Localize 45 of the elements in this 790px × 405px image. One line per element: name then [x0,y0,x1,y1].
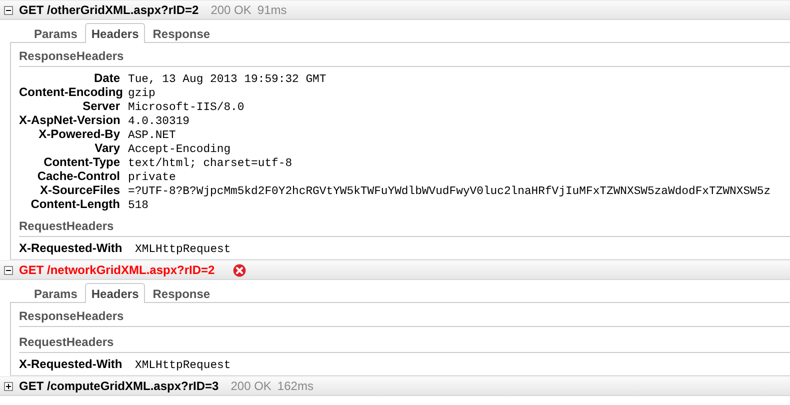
header-name: X-Requested-With [19,241,124,255]
tab[interactable]: Params [28,283,84,303]
duration-text: 91ms [257,3,287,17]
header-value: gzip [128,87,156,101]
header-value: 4.0.30319 [128,115,190,129]
header-name: X-Powered-By [38,127,120,141]
tab[interactable]: Headers [85,283,145,303]
header-name: Date [92,71,120,85]
header-value: Tue, 13 Aug 2013 19:59:32 GMT [128,73,326,87]
section-title: ResponseHeaders [19,309,790,327]
status-text: 200 OK [210,3,252,17]
status-text: 200 OK [230,379,272,393]
header-value: XMLHttpRequest [135,243,231,257]
section-title: RequestHeaders [19,219,790,237]
request-url[interactable]: GET /networkGridXML.aspx?rID=2 [19,263,215,277]
toggle-icon[interactable] [4,382,13,390]
tab[interactable]: Params [28,23,84,43]
header-value: 518 [128,199,149,213]
toggle-icon[interactable] [4,266,13,274]
toggle-icon[interactable] [4,6,13,14]
section-title: RequestHeaders [19,335,790,353]
header-value: ASP.NET [128,129,176,143]
header-name: Server [82,99,120,113]
request-url[interactable]: GET /otherGridXML.aspx?rID=2 [19,3,199,17]
tab[interactable]: Headers [85,23,145,43]
header-value: private [128,171,176,185]
tab[interactable]: Response [146,283,216,303]
header-value: Microsoft-IIS/8.0 [128,101,244,115]
header-name: X-SourceFiles [38,183,120,197]
header-name: Content-Length [30,197,120,211]
header-name: Content-Type [42,155,120,169]
duration-text: 162ms [277,379,314,393]
header-name: Vary [94,141,120,155]
header-value: Accept-Encoding [128,143,231,157]
header-value: XMLHttpRequest [135,359,231,373]
request-url[interactable]: GET /computeGridXML.aspx?rID=3 [19,379,219,393]
header-name: Content-Encoding [19,85,120,99]
header-value: text/html; charset=utf-8 [128,157,292,171]
tab[interactable]: Response [146,23,216,43]
error-icon [232,264,246,276]
section-title: ResponseHeaders [19,49,790,67]
header-name: Cache-Control [36,169,120,183]
header-value: =?UTF-8?B?WjpcMm5kd2F0Y2hcRGVtYW5kTWFuYWdlbWVudFwyV0luc2lnaHRfVjIuMFxTZWNXSW5zaWdodFxTZWNXSW5z [128,185,771,199]
header-name: X-AspNet-Version [19,113,120,127]
header-name: X-Requested-With [19,357,124,371]
